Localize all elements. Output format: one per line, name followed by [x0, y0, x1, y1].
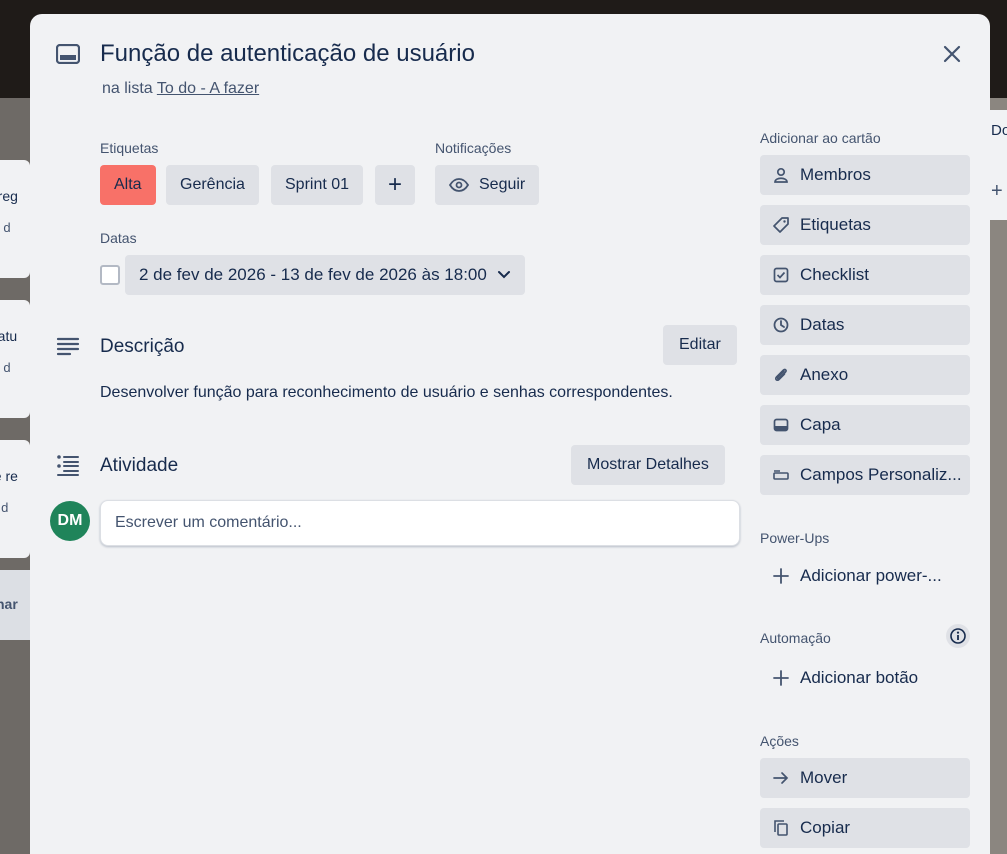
- background-card-meta: ev d: [0, 360, 11, 375]
- label-gerencia[interactable]: Gerência: [166, 165, 259, 205]
- list-link[interactable]: To do - A fazer: [157, 80, 259, 97]
- description-heading: Descrição: [100, 336, 185, 357]
- info-icon[interactable]: [946, 624, 970, 648]
- person-icon: [772, 166, 790, 184]
- card-detail-modal: Função de autenticação de usuário na lis…: [30, 14, 990, 854]
- add-automation-button[interactable]: Adicionar botão: [760, 658, 970, 698]
- eye-icon: [449, 178, 469, 192]
- background-card-text: de re: [0, 468, 18, 484]
- cover-button[interactable]: Capa: [760, 405, 970, 445]
- add-powerup-button[interactable]: Adicionar power-...: [760, 556, 970, 596]
- follow-button[interactable]: Seguir: [435, 165, 540, 205]
- description-text[interactable]: Desenvolver função para reconhecimento d…: [100, 384, 673, 402]
- follow-label: Seguir: [479, 176, 526, 193]
- activity-heading: Atividade: [100, 455, 179, 476]
- checklist-button[interactable]: Checklist: [760, 255, 970, 295]
- background-add-card: nar: [0, 570, 30, 640]
- move-button[interactable]: Mover: [760, 758, 970, 798]
- cover-icon: [772, 416, 790, 434]
- powerups-heading: Power-Ups: [760, 530, 830, 546]
- chevron-down-icon: [497, 271, 510, 279]
- add-to-card-heading: Adicionar ao cartão: [760, 130, 881, 146]
- card-title[interactable]: Função de autenticação de usuário: [100, 40, 475, 68]
- background-card-text: e atu: [0, 328, 18, 344]
- custom-fields-label: Campos Personaliz...: [800, 465, 962, 484]
- add-label-button[interactable]: +: [375, 165, 415, 205]
- plus-icon: [772, 567, 790, 585]
- due-date-checkbox[interactable]: [100, 265, 120, 285]
- add-automation-label: Adicionar botão: [800, 668, 919, 687]
- add-powerup-label: Adicionar power-...: [800, 566, 942, 585]
- paperclip-icon: [772, 366, 790, 384]
- background-card-meta: ar d: [0, 500, 9, 515]
- automation-heading: Automação: [760, 630, 831, 646]
- cover-label: Capa: [800, 415, 841, 434]
- background-card-text: e reg: [0, 188, 18, 204]
- close-icon: [943, 45, 961, 63]
- list-prefix: na lista: [102, 80, 153, 97]
- date-range-text: 2 de fev de 2026 - 13 de fev de 2026 às …: [139, 265, 487, 284]
- background-card: de re ar d: [0, 440, 30, 558]
- copy-icon: [772, 819, 790, 837]
- background-add-icon: +: [991, 180, 1003, 202]
- card-icon: [56, 44, 80, 64]
- checkbox-icon: [772, 266, 790, 284]
- plus-icon: [772, 669, 790, 687]
- plus-icon: +: [387, 171, 402, 198]
- tag-icon: [772, 216, 790, 234]
- labels-button[interactable]: Etiquetas: [760, 205, 970, 245]
- dates-label: Datas: [800, 315, 845, 334]
- comment-input[interactable]: [100, 500, 740, 546]
- members-label: Membros: [800, 165, 871, 184]
- activity-icon: [57, 455, 79, 476]
- custom-fields-icon: [772, 466, 790, 484]
- custom-fields-button[interactable]: Campos Personaliz...: [760, 455, 970, 495]
- checklist-label: Checklist: [800, 265, 869, 284]
- move-label: Mover: [800, 768, 848, 787]
- actions-heading: Ações: [760, 733, 799, 749]
- attachment-button[interactable]: Anexo: [760, 355, 970, 395]
- date-range-button[interactable]: 2 de fev de 2026 - 13 de fev de 2026 às …: [125, 255, 525, 295]
- notifications-heading: Notificações: [435, 140, 512, 156]
- clock-icon: [772, 316, 790, 334]
- close-button[interactable]: [936, 38, 968, 70]
- dates-button[interactable]: Datas: [760, 305, 970, 345]
- description-icon: [56, 337, 80, 356]
- avatar[interactable]: DM: [50, 501, 90, 541]
- background-card: e atu ev d: [0, 300, 30, 418]
- arrow-right-icon: [772, 769, 790, 787]
- dates-heading: Datas: [100, 230, 137, 246]
- copy-button[interactable]: Copiar: [760, 808, 970, 848]
- card-list-info: na lista To do - A fazer: [102, 80, 259, 98]
- background-card-meta: ev d: [0, 220, 11, 235]
- members-button[interactable]: Membros: [760, 155, 970, 195]
- copy-label: Copiar: [800, 818, 851, 837]
- background-list-title: Do: [991, 122, 1007, 139]
- attachment-label: Anexo: [800, 365, 849, 384]
- edit-description-button[interactable]: Editar: [663, 325, 737, 365]
- background-card: e reg ev d: [0, 160, 30, 278]
- labels-label: Etiquetas: [800, 215, 871, 234]
- labels-heading: Etiquetas: [100, 140, 159, 156]
- label-sprint-01[interactable]: Sprint 01: [271, 165, 364, 205]
- label-alta[interactable]: Alta: [100, 165, 156, 205]
- background-add-card-text: nar: [0, 596, 18, 612]
- show-details-button[interactable]: Mostrar Detalhes: [571, 445, 725, 485]
